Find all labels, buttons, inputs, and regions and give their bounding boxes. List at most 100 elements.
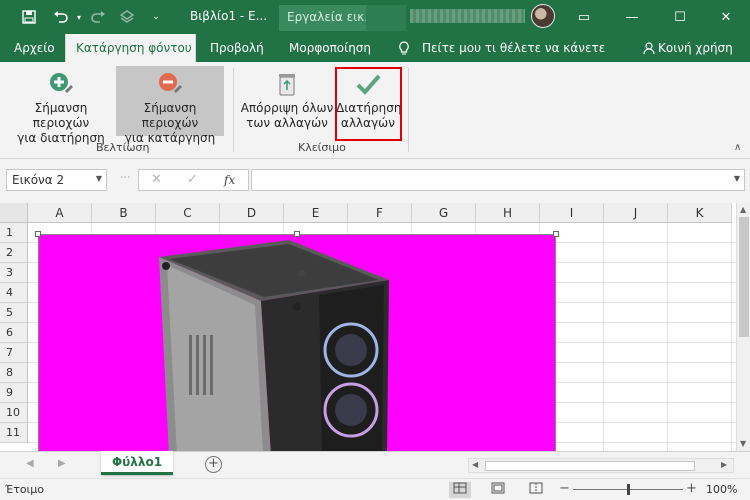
lightbulb-icon xyxy=(397,34,411,62)
cancel-icon[interactable]: ✕ xyxy=(151,172,162,187)
row-header[interactable]: 10 xyxy=(0,403,28,423)
mark-areas-to-remove-button[interactable]: Σήμανση περιοχών για κατάργηση xyxy=(116,66,224,145)
context-tab-color-strip xyxy=(366,5,406,31)
status-bar: Έτοιμο − + 100% xyxy=(0,478,750,500)
computer-case-icon xyxy=(159,240,389,451)
next-sheet-icon[interactable]: ▶ xyxy=(58,458,66,469)
column-header[interactable]: I xyxy=(540,203,604,223)
recycle-bin-icon xyxy=(279,74,295,96)
tab-file[interactable]: Αρχείο xyxy=(14,34,55,62)
share-button[interactable]: Κοινή χρήση xyxy=(658,41,733,55)
expand-formula-icon[interactable]: ▼ xyxy=(734,174,740,183)
formula-bar: Εικόνα 2 ▼ ⋮ ✕ ✓ fx ▼ xyxy=(0,159,750,203)
insert-function-icon[interactable]: fx xyxy=(224,173,235,187)
scroll-thumb[interactable] xyxy=(485,461,695,471)
row-header[interactable]: 1 xyxy=(0,223,28,243)
undo-icon[interactable] xyxy=(48,0,74,34)
discard-label-line1: Απόρριψη όλων xyxy=(240,101,334,115)
row-header[interactable]: 4 xyxy=(0,283,28,303)
vertical-scrollbar[interactable]: ▲ ▼ xyxy=(736,203,750,451)
title-bar: ▾ ⌄ Βιβλίο1 - Ε... Εργαλεία εικ... ▭ — ☐… xyxy=(0,0,750,34)
enter-icon[interactable]: ✓ xyxy=(187,172,198,187)
zoom-level[interactable]: 100% xyxy=(706,483,737,496)
collapse-ribbon-icon[interactable]: ∧ xyxy=(734,142,741,153)
tab-remove-background[interactable]: Κατάργηση φόντου xyxy=(65,34,196,62)
maximize-button[interactable]: ☐ xyxy=(656,0,704,34)
gridline xyxy=(603,223,604,451)
picture-tools-context-label: Εργαλεία εικ... xyxy=(279,5,366,31)
ribbon-display-options-button[interactable]: ▭ xyxy=(560,0,608,34)
customize-toolbar-icon[interactable]: ⌄ xyxy=(148,0,164,34)
zoom-out-button[interactable]: − xyxy=(559,481,570,496)
chevron-down-icon[interactable]: ▼ xyxy=(96,174,102,183)
formula-buttons: ✕ ✓ fx xyxy=(138,169,249,191)
column-header[interactable]: H xyxy=(476,203,540,223)
group-separator xyxy=(408,68,409,152)
worksheet-grid[interactable]: ABCDEFGHIJK 1 2 3 4 5 6 7 8 9 10 11 ▲ ▼ xyxy=(0,203,750,451)
row-header[interactable]: 5 xyxy=(0,303,28,323)
touch-mode-icon[interactable] xyxy=(116,0,138,34)
add-sheet-button[interactable]: + xyxy=(205,456,222,473)
scroll-up-icon[interactable]: ▲ xyxy=(740,205,746,214)
scroll-down-icon[interactable]: ▼ xyxy=(740,439,746,448)
formula-input[interactable]: ▼ xyxy=(251,169,745,191)
avatar[interactable] xyxy=(531,4,555,28)
row-header[interactable]: 11 xyxy=(0,423,28,443)
zoom-in-button[interactable]: + xyxy=(686,481,697,496)
mark-remove-label-line1: Σήμανση περιοχών xyxy=(141,101,199,130)
scroll-right-icon[interactable]: ▶ xyxy=(721,460,727,469)
gridline xyxy=(731,223,732,451)
discard-all-changes-button[interactable]: Απόρριψη όλων των αλλαγών xyxy=(240,66,334,136)
mark-areas-to-keep-button[interactable]: Σήμανση περιοχών για διατήρηση xyxy=(8,66,114,145)
column-header[interactable]: G xyxy=(412,203,476,223)
sheet-tabs-bar: ◀ ▶ Φύλλο1 + ◀ ▶ xyxy=(0,451,750,478)
row-header[interactable]: 7 xyxy=(0,343,28,363)
save-icon[interactable] xyxy=(18,0,40,34)
mark-keep-label-line2: για διατήρηση xyxy=(17,131,105,145)
undo-dropdown-icon[interactable]: ▾ xyxy=(74,0,84,34)
select-all-corner[interactable] xyxy=(0,203,28,223)
column-header[interactable]: K xyxy=(668,203,732,223)
resize-handle[interactable] xyxy=(553,231,559,237)
minimize-button[interactable]: — xyxy=(608,0,656,34)
page-break-view-icon[interactable] xyxy=(525,482,547,498)
previous-sheet-icon[interactable]: ◀ xyxy=(26,458,34,469)
page-layout-view-icon[interactable] xyxy=(487,482,509,498)
column-header[interactable]: E xyxy=(284,203,348,223)
column-header[interactable]: C xyxy=(156,203,220,223)
row-header[interactable]: 2 xyxy=(0,243,28,263)
column-header[interactable]: A xyxy=(28,203,92,223)
redo-icon[interactable] xyxy=(86,0,110,34)
row-header[interactable]: 9 xyxy=(0,383,28,403)
group-separator xyxy=(233,68,234,152)
account-name-blurred xyxy=(410,9,525,23)
column-header[interactable]: D xyxy=(220,203,284,223)
minus-marker-icon xyxy=(159,73,182,93)
document-title: Βιβλίο1 - Ε... xyxy=(190,9,268,23)
row-header[interactable]: 3 xyxy=(0,263,28,283)
zoom-slider-thumb[interactable] xyxy=(627,484,630,495)
plus-marker-icon xyxy=(50,73,73,93)
horizontal-scrollbar[interactable]: ◀ ▶ xyxy=(468,458,734,473)
resize-handle[interactable] xyxy=(35,231,41,237)
tab-format[interactable]: Μορφοποίηση xyxy=(289,34,371,62)
row-header[interactable]: 6 xyxy=(0,323,28,343)
group-label-close: Κλείσιμο xyxy=(298,141,346,154)
sheet-tab[interactable]: Φύλλο1 xyxy=(101,451,173,475)
resize-handle[interactable] xyxy=(294,231,300,237)
normal-view-icon[interactable] xyxy=(449,482,471,498)
tab-view[interactable]: Προβολή xyxy=(210,34,264,62)
ribbon-tabs: Αρχείο Κατάργηση φόντου Προβολή Μορφοποί… xyxy=(0,34,750,62)
column-header[interactable]: F xyxy=(348,203,412,223)
picture-selection[interactable] xyxy=(35,231,559,451)
scroll-left-icon[interactable]: ◀ xyxy=(472,460,478,469)
column-header[interactable]: B xyxy=(92,203,156,223)
tell-me-search[interactable]: Πείτε μου τι θέλετε να κάνετε xyxy=(422,41,605,55)
row-header[interactable]: 8 xyxy=(0,363,28,383)
scroll-thumb[interactable] xyxy=(739,217,749,337)
highlight-box xyxy=(335,67,402,141)
column-header[interactable]: J xyxy=(604,203,668,223)
resize-handle-icon[interactable]: ⋮ xyxy=(119,172,130,182)
close-button[interactable]: ✕ xyxy=(702,0,750,34)
name-box[interactable]: Εικόνα 2 ▼ xyxy=(6,169,107,191)
